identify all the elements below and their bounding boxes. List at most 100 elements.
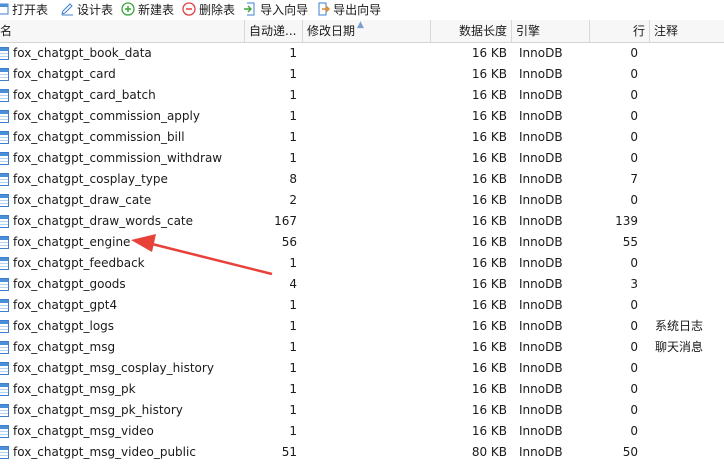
auto-increment-cell: 1	[289, 109, 297, 123]
engine-cell: InnoDB	[519, 445, 563, 459]
table-row[interactable]: fox_chatgpt_logs 1 16 KB InnoDB 0 系统日志	[0, 316, 724, 337]
table-icon	[0, 404, 9, 417]
table-icon	[0, 236, 9, 249]
table-name: fox_chatgpt_book_data	[13, 46, 152, 60]
table-icon	[0, 215, 9, 228]
delete-table-button[interactable]: 删除表	[182, 0, 235, 18]
table-name: fox_chatgpt_cosplay_type	[13, 172, 168, 186]
table-row[interactable]: fox_chatgpt_draw_cate 2 16 KB InnoDB 0	[0, 190, 724, 211]
table-row[interactable]: fox_chatgpt_msg_pk 1 16 KB InnoDB 0	[0, 379, 724, 400]
table-name-cell: fox_chatgpt_card	[0, 64, 245, 85]
table-name: fox_chatgpt_msg_pk	[13, 382, 136, 396]
import-wizard-label: 导入向导	[260, 2, 309, 17]
table-icon	[0, 173, 9, 186]
table-row[interactable]: fox_chatgpt_card 1 16 KB InnoDB 0	[0, 64, 724, 85]
rows-cell: 0	[630, 67, 638, 81]
table-row[interactable]: fox_chatgpt_draw_words_cate 167 16 KB InnoD…	[0, 211, 724, 232]
comment-cell	[650, 274, 724, 295]
auto-increment-cell: 167	[274, 214, 297, 228]
table-icon	[0, 47, 9, 60]
data-length-cell: 16 KB	[471, 403, 507, 417]
modified-date-cell	[303, 442, 431, 463]
modified-date-cell	[303, 148, 431, 169]
data-length-cell: 16 KB	[471, 67, 507, 81]
column-header-modified-date[interactable]: 修改日期 ▲	[303, 20, 431, 42]
column-header-rows[interactable]: 行	[590, 20, 650, 42]
engine-cell: InnoDB	[519, 382, 563, 396]
engine-cell: InnoDB	[519, 67, 563, 81]
engine-cell: InnoDB	[519, 88, 563, 102]
modified-date-cell	[303, 64, 431, 85]
table-row[interactable]: fox_chatgpt_card_batch 1 16 KB InnoDB 0	[0, 85, 724, 106]
table-row[interactable]: fox_chatgpt_commission_bill 1 16 KB InnoDB 0	[0, 127, 724, 148]
data-length-cell: 16 KB	[471, 277, 507, 291]
table-row[interactable]: fox_chatgpt_book_data 1 16 KB InnoDB 0	[0, 43, 724, 64]
design-table-button[interactable]: 设计表	[60, 0, 113, 18]
table-row[interactable]: fox_chatgpt_msg_pk_history 1 16 KB InnoDB 0	[0, 400, 724, 421]
column-header-name[interactable]: 名	[0, 20, 245, 42]
table-row[interactable]: fox_chatgpt_goods 4 16 KB InnoDB 3	[0, 274, 724, 295]
import-wizard-icon	[244, 2, 255, 16]
engine-cell: InnoDB	[519, 109, 563, 123]
table-list-header: 名 自动递... 修改日期 ▲ 数据长度 引擎 行 注释	[0, 20, 724, 43]
comment-cell	[650, 64, 724, 85]
table-name-cell: fox_chatgpt_msg_cosplay_history	[0, 358, 245, 379]
comment-cell	[650, 190, 724, 211]
open-table-button[interactable]: 打开表	[0, 0, 48, 18]
modified-date-cell	[303, 379, 431, 400]
auto-increment-cell: 56	[281, 235, 297, 249]
rows-cell: 0	[630, 319, 638, 333]
column-header-data-length[interactable]: 数据长度	[431, 20, 512, 42]
design-table-icon	[61, 3, 74, 16]
modified-date-cell	[303, 106, 431, 127]
engine-cell: InnoDB	[519, 277, 563, 291]
table-name-cell: fox_chatgpt_card_batch	[0, 85, 245, 106]
sort-ascending-icon: ▲	[357, 20, 364, 30]
table-row[interactable]: fox_chatgpt_msg_cosplay_history 1 16 KB Inn…	[0, 358, 724, 379]
table-row[interactable]: fox_chatgpt_feedback 1 16 KB InnoDB 0	[0, 253, 724, 274]
import-wizard-button[interactable]: 导入向导	[243, 0, 308, 18]
rows-cell: 0	[630, 151, 638, 165]
table-row[interactable]: fox_chatgpt_engine 56 16 KB InnoDB 55	[0, 232, 724, 253]
table-name-cell: fox_chatgpt_draw_words_cate	[0, 211, 245, 232]
export-wizard-button[interactable]: 导出向导	[316, 0, 381, 18]
data-length-cell: 16 KB	[471, 151, 507, 165]
table-row[interactable]: fox_chatgpt_gpt4 1 16 KB InnoDB 0	[0, 295, 724, 316]
engine-cell: InnoDB	[519, 172, 563, 186]
table-name-cell: fox_chatgpt_msg_pk_history	[0, 400, 245, 421]
table-row[interactable]: fox_chatgpt_cosplay_type 8 16 KB InnoDB 7	[0, 169, 724, 190]
table-row[interactable]: fox_chatgpt_msg_video 1 16 KB InnoDB 0	[0, 421, 724, 442]
table-name: fox_chatgpt_feedback	[13, 256, 145, 270]
table-icon	[0, 257, 9, 270]
new-table-icon	[121, 2, 135, 16]
table-row[interactable]: fox_chatgpt_msg 1 16 KB InnoDB 0 聊天消息	[0, 337, 724, 358]
column-header-engine[interactable]: 引擎	[512, 20, 590, 42]
rows-cell: 0	[630, 130, 638, 144]
table-icon	[0, 110, 9, 123]
table-name-cell: fox_chatgpt_logs	[0, 316, 245, 337]
comment-cell: 聊天消息	[655, 340, 704, 354]
rows-cell: 0	[630, 361, 638, 375]
rows-cell: 50	[622, 445, 638, 459]
table-name-cell: fox_chatgpt_gpt4	[0, 295, 245, 316]
modified-date-cell	[303, 127, 431, 148]
engine-cell: InnoDB	[519, 46, 563, 60]
open-table-icon	[0, 3, 9, 15]
column-header-comment[interactable]: 注释	[650, 20, 724, 42]
modified-date-cell	[303, 211, 431, 232]
engine-cell: InnoDB	[519, 151, 563, 165]
engine-cell: InnoDB	[519, 319, 563, 333]
new-table-button[interactable]: 新建表	[121, 0, 174, 18]
rows-cell: 7	[630, 172, 638, 186]
table-row[interactable]: fox_chatgpt_msg_video_public 51 80 KB InnoD…	[0, 442, 724, 463]
table-row[interactable]: fox_chatgpt_commission_withdraw 1 16 KB Inn…	[0, 148, 724, 169]
new-table-label: 新建表	[138, 2, 175, 17]
table-row[interactable]: fox_chatgpt_commission_apply 1 16 KB InnoDB…	[0, 106, 724, 127]
table-name: fox_chatgpt_engine	[13, 235, 131, 249]
auto-increment-cell: 1	[289, 67, 297, 81]
rows-cell: 0	[630, 46, 638, 60]
column-header-auto-increment[interactable]: 自动递...	[245, 20, 303, 42]
rows-cell: 3	[630, 277, 638, 291]
design-table-label: 设计表	[77, 2, 114, 17]
rows-cell: 0	[630, 88, 638, 102]
